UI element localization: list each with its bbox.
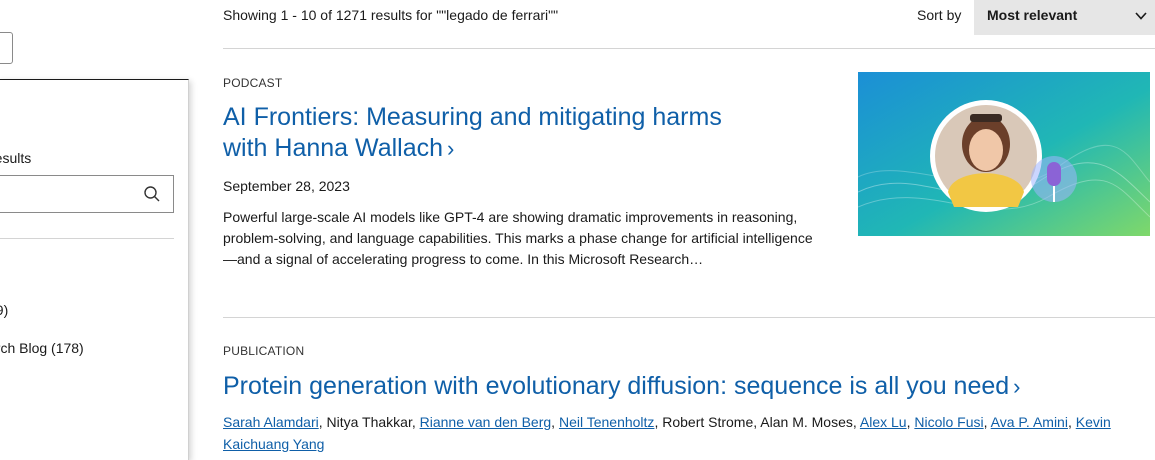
result-divider [223,317,1155,318]
author-link[interactable]: Nicolo Fusi [914,414,983,430]
keyword-input[interactable] [0,32,13,64]
chevron-right-icon[interactable]: › [447,136,454,161]
podcast-thumbnail[interactable] [858,72,1150,236]
result-description: Powerful large-scale AI models like GPT-… [223,209,813,267]
author-link[interactable]: Ava P. Amini [991,414,1068,430]
author-separator: , [411,414,420,430]
sort-label: Sort by [917,7,962,23]
sort-select[interactable]: Most relevant [974,0,1155,35]
result-title-text[interactable]: Protein generation with evolutionary dif… [223,372,1009,400]
author-list: Sarah Alamdari, Nitya Thakkar, Rianne va… [223,411,1143,455]
facet-item[interactable]: arch Blog (178) [0,340,84,356]
sort-selected-value: Most relevant [987,7,1078,23]
filter-results-label: results [0,150,32,166]
chevron-right-icon[interactable]: › [1013,374,1020,399]
results-count: Showing 1 - 10 of 1271 results for ""leg… [223,7,559,23]
result-title[interactable]: Protein generation with evolutionary dif… [223,371,1021,402]
author-name: Robert Strome [662,414,754,430]
result-date: September 28, 2023 [223,178,350,194]
filter-panel [0,79,189,460]
filter-sidebar: results 29) arch Blog (178) [0,0,190,460]
result-title-line[interactable]: AI Frontiers: Measuring and mitigating h… [223,102,722,133]
result-type: PUBLICATION [223,344,305,358]
author-separator: , [551,414,559,430]
search-icon[interactable] [143,185,161,203]
author-separator: , [852,414,860,430]
chevron-down-icon [1135,12,1147,20]
header-divider [223,48,1155,49]
result-title[interactable]: AI Frontiers: Measuring and mitigating h… [223,102,722,164]
author-name: Alan M. Moses [760,414,853,430]
filter-search-input[interactable] [0,175,174,213]
sidebar-divider [0,238,174,239]
author-link[interactable]: Rianne van den Berg [420,414,552,430]
author-separator: , [983,414,991,430]
author-name: Nitya Thakkar [326,414,412,430]
author-link[interactable]: Neil Tenenholtz [559,414,654,430]
author-link[interactable]: Sarah Alamdari [223,414,319,430]
result-type: PODCAST [223,76,283,90]
result-title-text[interactable]: with Hanna Wallach [223,134,443,162]
author-separator: , [1067,414,1076,430]
facet-item[interactable]: 29) [0,302,8,318]
result-title-line-2[interactable]: with Hanna Wallach › [223,133,722,164]
author-link[interactable]: Alex Lu [860,414,907,430]
author-separator: , [318,414,327,430]
